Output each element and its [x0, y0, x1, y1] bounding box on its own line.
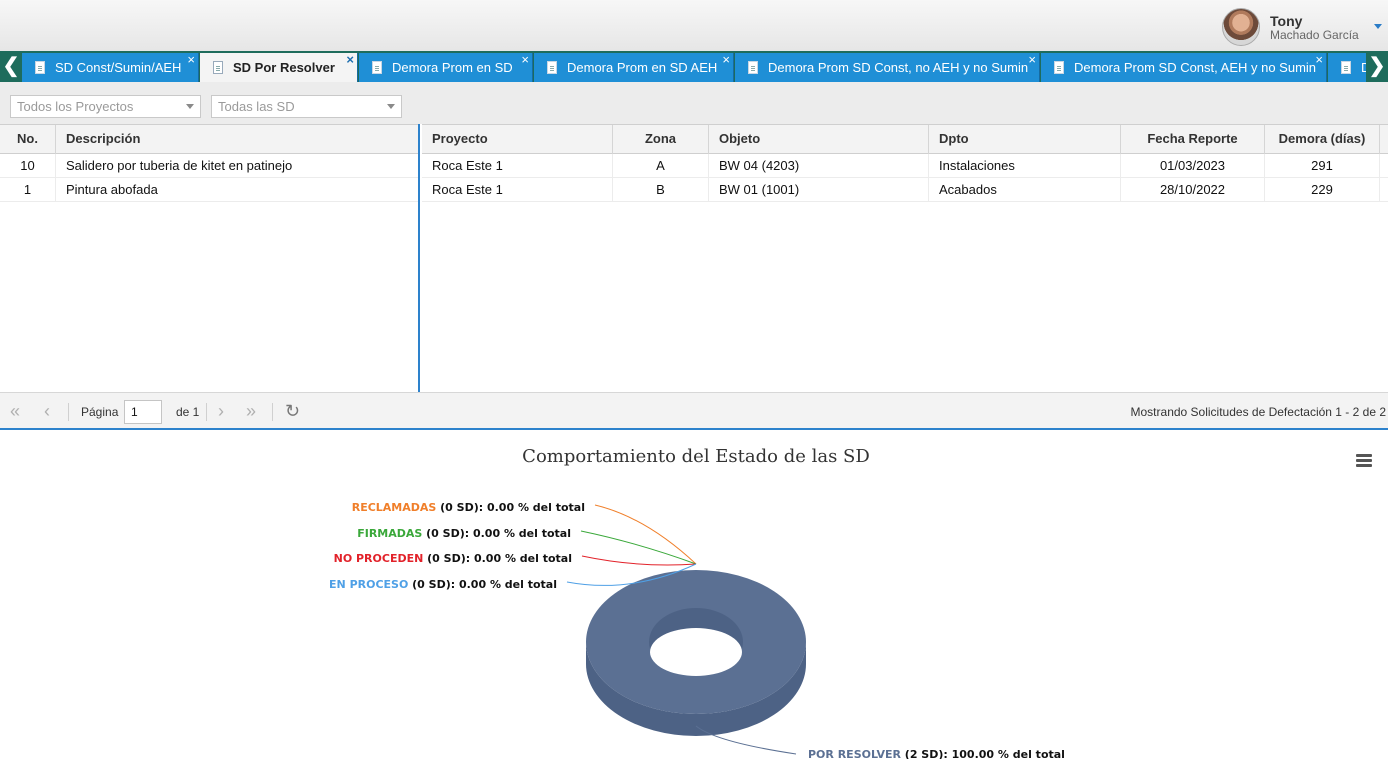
toolbar-separator	[272, 403, 273, 421]
tab-label: SD Const/Sumin/AEH	[55, 60, 182, 75]
cell-zona: B	[613, 178, 709, 201]
column-header-no[interactable]: No.	[0, 125, 56, 154]
details-grid: Proyecto Zona Objeto Dpto Fecha Reporte …	[422, 124, 1388, 392]
grid-header: Proyecto Zona Objeto Dpto Fecha Reporte …	[422, 124, 1388, 154]
menu-icon[interactable]	[1356, 454, 1372, 468]
close-icon[interactable]: ×	[722, 53, 730, 67]
cell-dpto: Instalaciones	[929, 154, 1121, 177]
column-header-dpto[interactable]: Dpto	[929, 125, 1121, 154]
cell-proyecto: Roca Este 1	[422, 154, 613, 177]
tab-demora-prom-en-sd-aeh[interactable]: Demora Prom en SD AEH ×	[534, 53, 734, 82]
tab-label: Demora Prom SD Const, no AEH y no Sumin	[768, 60, 1029, 75]
connector-line	[581, 555, 697, 566]
cell-descripcion: Salidero por tuberia de kitet en patinej…	[66, 158, 293, 173]
chevron-down-icon[interactable]	[1374, 24, 1382, 29]
avatar	[1222, 8, 1260, 46]
table-row[interactable]: Roca Este 1 A BW 04 (4203) Instalaciones…	[422, 154, 1388, 178]
tab-bar: ❮ SD Const/Sumin/AEH × SD Por Resolver ×…	[0, 51, 1388, 82]
cell-fecha-reporte: 01/03/2023	[1121, 154, 1265, 177]
tab-demora-prom-sd-const-aeh-no-sumin[interactable]: Demora Prom SD Const, AEH y no Sumin ×	[1041, 53, 1327, 82]
column-header-zona[interactable]: Zona	[613, 125, 709, 154]
tab-scroll-left-button[interactable]: ❮	[0, 51, 22, 82]
cell-fecha-reporte: 28/10/2022	[1121, 178, 1265, 201]
close-icon[interactable]: ×	[346, 53, 354, 67]
cell-objeto: BW 01 (1001)	[709, 178, 929, 201]
document-icon	[1054, 61, 1064, 74]
tab-label: Demora Prom en SD AEH	[567, 60, 718, 75]
tab-demora-prom-en-sd[interactable]: Demora Prom en SD ×	[359, 53, 533, 82]
projects-filter-placeholder: Todos los Proyectos	[17, 99, 134, 114]
chevron-down-icon[interactable]	[186, 104, 194, 109]
document-icon	[35, 61, 45, 74]
column-header-objeto[interactable]: Objeto	[709, 125, 929, 154]
cell-proyecto: Roca Este 1	[422, 178, 613, 201]
paging-info: Mostrando Solicitudes de Defectación 1 -…	[1130, 405, 1386, 419]
cell-dpto: Acabados	[929, 178, 1121, 201]
cell-no: 10	[0, 154, 56, 177]
tab-scroll-right-button[interactable]: ❯	[1366, 51, 1388, 82]
column-header-descripcion[interactable]: Descripción	[56, 125, 418, 154]
page-number-input[interactable]: 1	[124, 400, 162, 424]
column-header-proyecto[interactable]: Proyecto	[422, 125, 613, 154]
close-icon[interactable]: ×	[1315, 53, 1323, 67]
data-label-reclamadas: RECLAMADAS (0 SD): 0.00 % del total	[352, 501, 585, 514]
tab-label: SD Por Resolver	[233, 60, 335, 75]
close-icon[interactable]: ×	[521, 53, 529, 67]
column-header-demora[interactable]: Demora (días)	[1265, 125, 1380, 154]
column-header-fecha-reporte[interactable]: Fecha Reporte	[1121, 125, 1265, 154]
filter-bar: Todos los Proyectos Todas las SD	[0, 82, 1388, 124]
document-icon	[213, 61, 223, 74]
document-icon	[1341, 61, 1351, 74]
tab-sd-const-sumin-aeh[interactable]: SD Const/Sumin/AEH ×	[22, 53, 199, 82]
cell-objeto: BW 04 (4203)	[709, 154, 929, 177]
projects-filter-select[interactable]: Todos los Proyectos	[10, 95, 201, 118]
table-row[interactable]: 1 Pintura abofada	[0, 178, 418, 202]
tab-label: Demora Prom SD Const, AEH y no Sumin	[1074, 60, 1317, 75]
paging-toolbar: « ‹ Página 1 de 1 › » ↻ Mostrando Solici…	[0, 392, 1388, 430]
cell-zona: A	[613, 154, 709, 177]
data-label-no-proceden: NO PROCEDEN (0 SD): 0.00 % del total	[334, 552, 572, 565]
user-menu[interactable]: Tony Machado García	[1222, 6, 1382, 46]
tab-demora-prom-sd-const-no-aeh-no-sumin[interactable]: Demora Prom SD Const, no AEH y no Sumin …	[735, 53, 1040, 82]
chart-title: Comportamiento del Estado de las SD	[522, 446, 870, 467]
refresh-icon[interactable]: ↻	[285, 402, 300, 420]
description-grid: No. Descripción 10 Salidero por tuberia …	[0, 124, 420, 392]
last-page-icon[interactable]: »	[246, 401, 256, 421]
status-chart: RECLAMADAS (0 SD): 0.00 % del total FIRMA…	[0, 432, 1388, 759]
chevron-down-icon[interactable]	[387, 104, 395, 109]
donut-hole	[650, 628, 742, 676]
connector-line	[594, 504, 697, 565]
first-page-icon[interactable]: «	[10, 401, 20, 421]
sd-filter-select[interactable]: Todas las SD	[211, 95, 402, 118]
tab-label: Demora Prom en SD	[392, 60, 513, 75]
document-icon	[748, 61, 758, 74]
data-label-en-proceso: EN PROCESO (0 SD): 0.00 % del total	[329, 578, 557, 591]
cell-demora: 229	[1265, 178, 1380, 201]
prev-page-icon[interactable]: ‹	[44, 401, 50, 421]
page-label: Página	[81, 405, 119, 419]
tab-sd-por-resolver[interactable]: SD Por Resolver ×	[200, 53, 358, 82]
cell-descripcion: Pintura abofada	[66, 182, 158, 197]
close-icon[interactable]: ×	[187, 53, 195, 67]
cell-no: 1	[0, 178, 56, 201]
toolbar-separator	[68, 403, 69, 421]
data-label-firmadas: FIRMADAS (0 SD): 0.00 % del total	[357, 527, 571, 540]
grid-header: No. Descripción	[0, 124, 418, 154]
close-icon[interactable]: ×	[1028, 53, 1036, 67]
app-header: Tony Machado García	[0, 0, 1388, 51]
toolbar-separator	[206, 403, 207, 421]
page-count-label: de 1	[176, 405, 200, 419]
table-row[interactable]: Roca Este 1 B BW 01 (1001) Acabados 28/1…	[422, 178, 1388, 202]
table-row[interactable]: 10 Salidero por tuberia de kitet en pati…	[0, 154, 418, 178]
data-label-por-resolver: POR RESOLVER (2 SD): 100.00 % del total	[808, 748, 1065, 759]
user-first-name: Tony	[1270, 13, 1303, 29]
sd-filter-placeholder: Todas las SD	[218, 99, 295, 114]
cell-demora: 291	[1265, 154, 1380, 177]
user-last-name: Machado García	[1270, 28, 1359, 42]
chart-canvas: RECLAMADAS (0 SD): 0.00 % del total FIRMA…	[329, 501, 1065, 759]
next-page-icon[interactable]: ›	[218, 401, 224, 421]
document-icon	[547, 61, 557, 74]
document-icon	[372, 61, 382, 74]
